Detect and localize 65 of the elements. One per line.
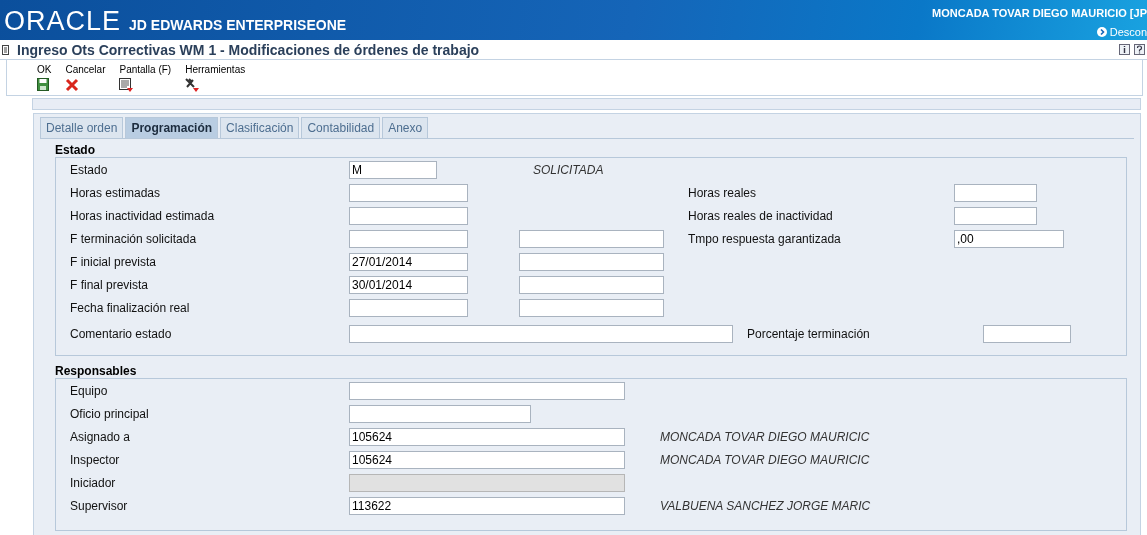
field-label: Fecha finalización real — [70, 300, 191, 315]
text-field[interactable]: 27/01/2014 — [349, 253, 468, 271]
text-field[interactable]: 30/01/2014 — [349, 276, 468, 294]
field-label: Porcentaje terminación — [747, 326, 871, 341]
close-icon — [65, 78, 80, 92]
tools-menu-icon — [185, 78, 200, 92]
info-icon[interactable] — [1119, 44, 1130, 55]
toolbar-button[interactable]: OK — [37, 64, 52, 92]
arrow-circle-icon — [1096, 27, 1107, 37]
text-field[interactable] — [349, 207, 468, 225]
user-name: MONCADA TOVAR DIEGO MAURICIO [JP — [932, 7, 1147, 19]
text-field[interactable] — [519, 299, 664, 317]
text-field[interactable]: 105624 — [349, 451, 625, 469]
text-field[interactable] — [349, 405, 531, 423]
field-label: Equipo — [70, 383, 109, 400]
product-name: JD EDWARDS ENTERPRISEONE — [129, 17, 347, 33]
text-field[interactable] — [519, 253, 664, 271]
tab[interactable]: Detalle orden — [40, 117, 124, 138]
text-field[interactable] — [349, 382, 625, 400]
field-label: Tmpo respuesta garantizada — [688, 231, 842, 246]
text-field[interactable] — [519, 276, 664, 294]
tab[interactable]: Programación — [125, 117, 219, 138]
text-field[interactable] — [349, 184, 468, 202]
toolbar-button[interactable]: Herramientas — [185, 64, 246, 92]
logo-text: ORACLE — [4, 8, 122, 35]
text-field[interactable]: M — [349, 161, 437, 179]
field-label: Horas reales de inactividad — [688, 208, 834, 223]
text-field[interactable] — [349, 325, 733, 343]
name-description: VALBUENA SANCHEZ JORGE MARIC — [660, 498, 872, 515]
field-label: Horas inactividad estimada — [70, 208, 216, 223]
name-description: MONCADA TOVAR DIEGO MAURICIC — [660, 429, 871, 446]
text-field[interactable] — [519, 230, 664, 248]
form-title: Ingreso Ots Correctivas WM 1 - Modificaciones de órdenes de trabajo — [17, 41, 481, 58]
tab[interactable]: Anexo — [382, 117, 429, 138]
field-label: F inicial prevista — [70, 254, 158, 269]
text-field[interactable] — [954, 207, 1037, 225]
text-field[interactable] — [983, 325, 1071, 343]
field-label: Inspector — [70, 452, 121, 469]
status-description: SOLICITADA — [532, 162, 605, 177]
save-icon — [37, 78, 49, 91]
field-label: Iniciador — [70, 475, 117, 492]
text-field[interactable] — [349, 299, 468, 317]
field-label: Horas reales — [688, 185, 758, 200]
tab[interactable]: Contabilidad — [301, 117, 381, 138]
name-description: MONCADA TOVAR DIEGO MAURICIC — [660, 452, 871, 469]
field-label: Comentario estado — [70, 326, 173, 341]
toolbar-button[interactable]: Cancelar — [65, 64, 106, 92]
field-label: F terminación solicitada — [70, 231, 198, 246]
text-field[interactable]: 113622 — [349, 497, 625, 515]
help-icon[interactable] — [1134, 44, 1145, 55]
section-title: Estado — [55, 143, 96, 157]
field-label: Estado — [70, 162, 109, 177]
tab[interactable]: Clasificación — [220, 117, 300, 138]
field-label: Asignado a — [70, 429, 132, 446]
section-title: Responsables — [55, 364, 138, 378]
text-field[interactable]: ,00 — [954, 230, 1064, 248]
form-menu-icon — [119, 78, 134, 92]
field-label: Oficio principal — [70, 406, 150, 423]
field-label: F final prevista — [70, 277, 150, 292]
toolbar-button[interactable]: Pantalla (F) — [119, 64, 172, 92]
text-field[interactable] — [954, 184, 1037, 202]
field-label: Horas estimadas — [70, 185, 162, 200]
text-field[interactable]: 105624 — [349, 428, 625, 446]
field-label: Supervisor — [70, 498, 129, 515]
text-field[interactable] — [349, 230, 468, 248]
